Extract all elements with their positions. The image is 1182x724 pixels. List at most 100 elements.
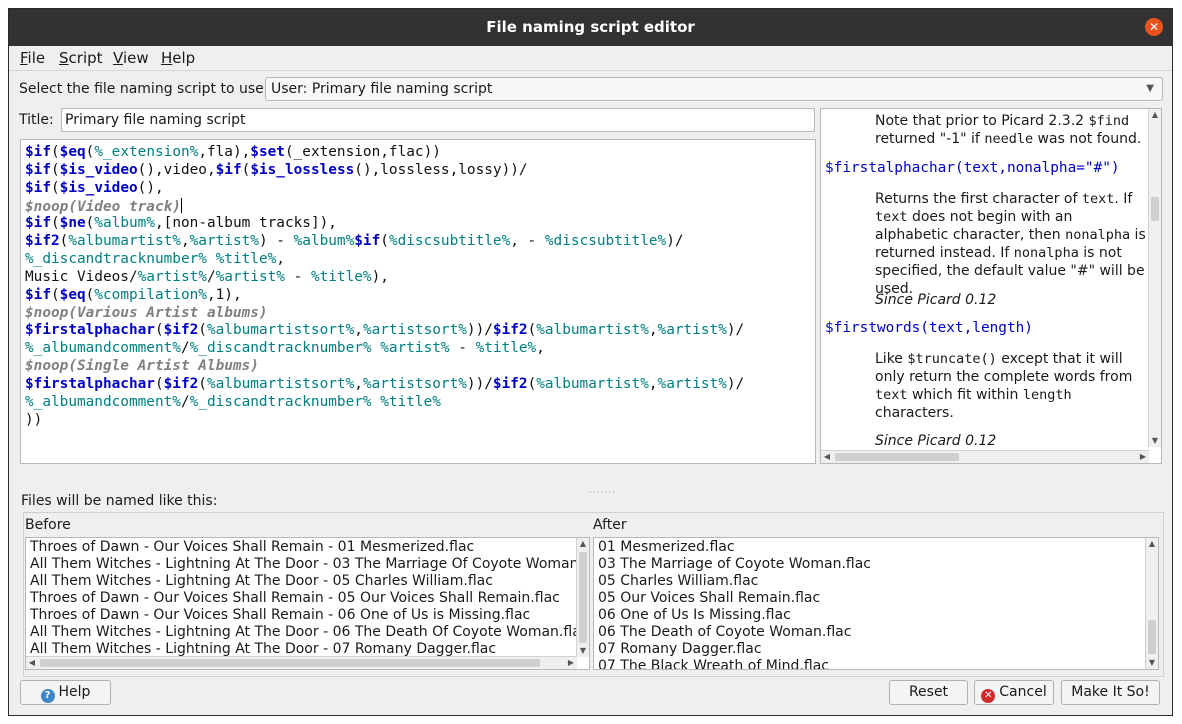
list-item[interactable]: 05 Charles William.flac bbox=[598, 573, 758, 590]
script-token: $if2 bbox=[492, 322, 528, 339]
before-horizontal-scrollbar[interactable]: ◀ ▶ bbox=[26, 656, 577, 669]
preview-label: Files will be named like this: bbox=[21, 493, 218, 509]
scrollbar-thumb[interactable] bbox=[1148, 620, 1156, 654]
script-token: %artist% bbox=[189, 233, 259, 250]
list-item[interactable]: Throes of Dawn - Our Voices Shall Remain… bbox=[30, 539, 474, 556]
script-editor[interactable]: $if($eq(%_extension%,fla),$set(_extensio… bbox=[20, 139, 816, 464]
list-item[interactable]: 07 Romany Dagger.flac bbox=[598, 641, 762, 658]
script-line: $firstalphachar($if2(%albumartistsort%,%… bbox=[25, 376, 815, 394]
list-item[interactable]: All Them Witches - Lightning At The Door… bbox=[30, 556, 589, 573]
menu-view[interactable]: View bbox=[113, 49, 149, 67]
script-token: $firstalphachar bbox=[25, 375, 155, 392]
list-item[interactable]: 07 The Black Wreath of Mind.flac bbox=[598, 658, 829, 669]
script-token: %compilation% bbox=[94, 286, 207, 303]
scroll-up-icon[interactable]: ▲ bbox=[1146, 538, 1158, 550]
script-token: $ne bbox=[59, 215, 86, 232]
script-token: $is_video bbox=[59, 179, 138, 196]
script-token: $if bbox=[25, 161, 51, 178]
script-line: $if($ne(%album%,[non-album tracks]), bbox=[25, 215, 815, 233]
script-line: $firstalphachar($if2(%albumartistsort%,%… bbox=[25, 322, 815, 340]
list-item[interactable]: All Them Witches - Lightning At The Door… bbox=[30, 573, 493, 590]
script-line: %_discandtracknumber% %title%, bbox=[25, 251, 815, 269]
scroll-down-icon[interactable]: ▼ bbox=[1149, 435, 1161, 447]
script-token: %_discandtracknumber% bbox=[189, 393, 372, 410]
script-token: $if2 bbox=[25, 233, 60, 250]
script-token: ))/ bbox=[466, 322, 493, 339]
scroll-left-icon[interactable]: ◀ bbox=[821, 451, 833, 463]
script-token: $noop(Various Artist albums) bbox=[25, 304, 268, 321]
script-token: ( bbox=[241, 161, 251, 178]
script-token bbox=[207, 251, 216, 267]
scrollbar-thumb[interactable] bbox=[579, 552, 587, 643]
script-token: ( bbox=[154, 322, 164, 339]
scroll-up-icon[interactable]: ▲ bbox=[577, 538, 589, 550]
script-token: %artist% bbox=[380, 340, 450, 357]
menu-script[interactable]: Script bbox=[59, 49, 103, 67]
doc-heading-firstwords: $firstwords(text,length) bbox=[825, 320, 1033, 336]
after-vertical-scrollbar[interactable]: ▲ ▼ bbox=[1145, 538, 1158, 669]
script-token: ( bbox=[527, 375, 537, 392]
script-token: $firstalphachar bbox=[25, 322, 155, 339]
menu-file[interactable]: File bbox=[20, 49, 45, 67]
cancel-button[interactable]: ✕ Cancel bbox=[974, 680, 1054, 705]
script-line: $noop(Video track) bbox=[25, 197, 815, 216]
script-token: )) bbox=[25, 411, 43, 428]
script-token: %discsubtitle% bbox=[544, 233, 667, 250]
script-token: ( bbox=[198, 375, 207, 392]
title-input[interactable]: Primary file naming script bbox=[61, 108, 815, 132]
script-select-dropdown[interactable]: User: Primary file naming script ▼ bbox=[265, 77, 1163, 101]
close-icon[interactable]: ✕ bbox=[1145, 18, 1163, 36]
scrollbar-thumb[interactable] bbox=[835, 453, 959, 461]
doc-paragraph: Note that prior to Picard 2.3.2 $find re… bbox=[875, 113, 1142, 147]
list-item[interactable]: Throes of Dawn - Our Voices Shall Remain… bbox=[30, 590, 560, 607]
script-token: ,1), bbox=[206, 286, 242, 303]
menu-help[interactable]: Help bbox=[161, 49, 195, 67]
splitter-handle[interactable]: ······· bbox=[589, 488, 616, 498]
doc-horizontal-scrollbar[interactable]: ◀ ▶ bbox=[821, 450, 1149, 463]
list-item[interactable]: Throes of Dawn - Our Voices Shall Remain… bbox=[30, 607, 530, 624]
script-token: %album% bbox=[94, 215, 155, 232]
script-token: $if bbox=[215, 161, 242, 178]
documentation-panel: Note that prior to Picard 2.3.2 $find re… bbox=[820, 108, 1162, 464]
reset-button[interactable]: Reset bbox=[889, 680, 968, 705]
doc-since: Since Picard 0.12 bbox=[875, 292, 997, 308]
scroll-right-icon[interactable]: ▶ bbox=[1137, 451, 1149, 463]
script-token: - bbox=[449, 340, 476, 357]
make-it-so-button[interactable]: Make It So! bbox=[1061, 680, 1160, 705]
title-bar: File naming script editor ✕ bbox=[9, 9, 1172, 46]
script-token: )/ bbox=[666, 233, 684, 250]
scroll-left-icon[interactable]: ◀ bbox=[26, 657, 38, 669]
script-token: %_discandtracknumber% bbox=[189, 340, 372, 357]
script-token: ,fla), bbox=[198, 144, 251, 160]
script-token: ), bbox=[371, 268, 389, 285]
list-item[interactable]: All Them Witches - Lightning At The Door… bbox=[30, 624, 588, 641]
script-token: %artist% bbox=[137, 268, 207, 285]
before-list[interactable]: All Them Witches - Lightning At The Door… bbox=[25, 537, 590, 670]
help-button[interactable]: ? Help bbox=[20, 680, 111, 705]
script-token: / bbox=[180, 340, 190, 357]
script-token: $if2 bbox=[163, 375, 199, 392]
scroll-down-icon[interactable]: ▼ bbox=[1146, 657, 1158, 669]
scrollbar-thumb[interactable] bbox=[40, 659, 540, 667]
script-token: %album% bbox=[293, 233, 355, 250]
chevron-down-icon: ▼ bbox=[1146, 83, 1154, 94]
script-line: $if($is_video(), bbox=[25, 180, 815, 198]
list-item[interactable]: 01 Mesmerized.flac bbox=[598, 539, 735, 556]
list-item[interactable]: 05 Our Voices Shall Remain.flac bbox=[598, 590, 820, 607]
script-line: $if($eq(%_extension%,fla),$set(_extensio… bbox=[25, 144, 815, 162]
scroll-up-icon[interactable]: ▲ bbox=[1149, 109, 1161, 121]
script-token: %artist% bbox=[657, 375, 727, 392]
scroll-down-icon[interactable]: ▼ bbox=[577, 645, 589, 657]
before-vertical-scrollbar[interactable]: ▲ ▼ bbox=[576, 538, 589, 657]
scrollbar-thumb[interactable] bbox=[1151, 197, 1159, 221]
list-item[interactable]: 03 The Marriage of Coyote Woman.flac bbox=[598, 556, 871, 573]
script-token: %albumartist% bbox=[68, 233, 181, 250]
after-list[interactable]: 07 The Black Wreath of Mind.flac 07 Roman… bbox=[593, 537, 1159, 670]
list-item[interactable]: 06 One of Us Is Missing.flac bbox=[598, 607, 791, 624]
text-cursor bbox=[180, 197, 182, 213]
doc-vertical-scrollbar[interactable]: ▲ ▼ bbox=[1148, 109, 1161, 447]
scroll-right-icon[interactable]: ▶ bbox=[565, 657, 577, 669]
script-token: (), bbox=[137, 179, 164, 196]
before-label: Before bbox=[25, 517, 71, 533]
list-item[interactable]: 06 The Death of Coyote Woman.flac bbox=[598, 624, 851, 641]
